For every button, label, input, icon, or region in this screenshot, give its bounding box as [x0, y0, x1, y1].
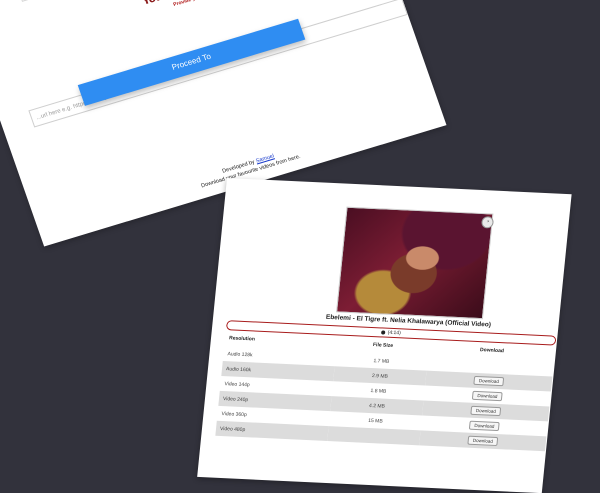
cell-size	[327, 426, 421, 446]
download-button[interactable]: Download	[470, 405, 502, 417]
video-thumbnail[interactable]	[336, 206, 494, 320]
formats-table: Resolution File Size Download Audio 128k…	[215, 330, 555, 452]
download-button[interactable]: Download	[469, 420, 500, 432]
video-duration: (4:14)	[387, 329, 402, 337]
info-icon[interactable]: ◔	[480, 216, 495, 229]
download-button[interactable]: Download	[473, 375, 505, 387]
download-button[interactable]: Download	[467, 435, 499, 447]
record-dot-icon	[381, 330, 386, 335]
proceed-button[interactable]: Proceed To	[77, 18, 306, 106]
results-card: ◔ Ebelemi - El Tigre ft. Nelia Khalawary…	[197, 178, 572, 493]
download-button[interactable]: Download	[471, 390, 503, 402]
